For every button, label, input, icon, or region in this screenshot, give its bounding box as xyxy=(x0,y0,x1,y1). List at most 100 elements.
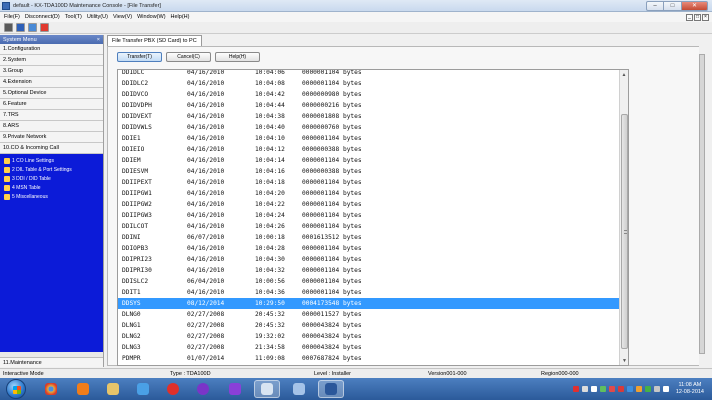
table-row[interactable]: DDIE1 04/16/2010 10:04:10 0000001104 bytes xyxy=(118,133,621,144)
submenu-co-line-settings[interactable]: 1 CO Line Settings xyxy=(0,156,103,165)
menu-help[interactable]: Help(H) xyxy=(171,14,190,20)
table-row[interactable]: DLNG1 02/27/2008 20:45:32 0000043824 bytes xyxy=(118,320,621,331)
menu-configuration[interactable]: 1.Configuration xyxy=(0,44,103,55)
taskbar-skype[interactable] xyxy=(222,380,248,398)
menu-extension[interactable]: 4.Extension xyxy=(0,77,103,88)
help-button[interactable]: Help(H) xyxy=(215,52,260,62)
tray-cloud-icon[interactable] xyxy=(581,386,588,392)
program-icon[interactable] xyxy=(28,23,37,32)
tab-file-transfer[interactable]: File Transfer PBX (SD Card) to PC xyxy=(107,35,202,46)
table-row[interactable]: DDIEIO 04/16/2010 10:04:12 0000000388 bytes xyxy=(118,144,621,155)
menu-disconnect[interactable]: Disconnect(D) xyxy=(25,14,60,20)
help-icon[interactable] xyxy=(40,23,49,32)
taskbar-clock[interactable]: 11:08 AM 12-08-2014 xyxy=(676,382,704,396)
disconnect-icon[interactable] xyxy=(4,23,13,32)
window-scrollbar[interactable] xyxy=(699,46,705,366)
table-row[interactable]: DDIDVWLS 04/16/2010 10:04:40 0000000760 byt… xyxy=(118,122,621,133)
menu-feature[interactable]: 6.Feature xyxy=(0,99,103,110)
table-row[interactable]: DDIDLC2 04/16/2010 10:04:08 0000001104 byte… xyxy=(118,78,621,89)
menu-view[interactable]: View(V) xyxy=(113,14,132,20)
taskbar-file-explorer[interactable] xyxy=(100,380,126,398)
scroll-up-icon[interactable]: ▲ xyxy=(620,70,628,79)
table-row[interactable]: DDIT1 04/16/2010 10:04:36 0000001104 bytes xyxy=(118,287,621,298)
menu-file[interactable]: File(F) xyxy=(4,14,20,20)
file-list[interactable]: DDIDLC 04/16/2010 10:04:06 0000001104 bytes… xyxy=(117,69,629,366)
maximize-button[interactable]: □ xyxy=(664,0,682,11)
scroll-thumb[interactable] xyxy=(621,114,628,349)
menu-tool[interactable]: Tool(T) xyxy=(65,14,82,20)
table-row[interactable]: DDIDVCO 04/16/2010 10:04:42 0000000980 byte… xyxy=(118,89,621,100)
table-row[interactable]: DLNG0 02/27/2008 20:45:32 0000011527 bytes xyxy=(118,309,621,320)
taskbar-word[interactable] xyxy=(318,380,344,398)
menu-trs[interactable]: 7.TRS xyxy=(0,110,103,121)
tray-sync-icon[interactable] xyxy=(644,386,651,392)
mdi-minimize-button[interactable]: _ xyxy=(686,13,693,21)
scroll-down-icon[interactable]: ▼ xyxy=(620,356,628,365)
table-row[interactable]: DDIEM 04/16/2010 10:04:14 0000001104 bytes xyxy=(118,155,621,166)
close-button[interactable]: ✕ xyxy=(682,0,708,11)
taskbar-media-player[interactable] xyxy=(70,380,96,398)
submenu-dil-table[interactable]: 2 DIL Table & Port Settings xyxy=(0,165,103,174)
tray-volume-icon[interactable] xyxy=(653,386,660,392)
taskbar-opera[interactable] xyxy=(160,380,186,398)
table-row[interactable]: DDSYS 08/12/2014 10:29:50 0004173548 bytes xyxy=(118,298,621,309)
taskbar-file-manager[interactable] xyxy=(286,380,312,398)
file-time: 11:09:08 xyxy=(255,355,285,362)
taskbar-internet-explorer[interactable] xyxy=(130,380,156,398)
menu-window[interactable]: Window(W) xyxy=(137,14,165,20)
tray-signal-icon[interactable] xyxy=(590,386,597,392)
table-row[interactable]: DLNG2 02/27/2008 19:32:02 0000043824 bytes xyxy=(118,331,621,342)
table-row[interactable]: PDMPR 01/07/2014 11:09:08 0007687824 bytes xyxy=(118,353,621,364)
table-row[interactable]: DDILCOT 04/16/2010 10:04:26 0000001104 byte… xyxy=(118,221,621,232)
tray-power-icon[interactable] xyxy=(635,386,642,392)
taskbar-maintenance-console[interactable] xyxy=(254,380,280,398)
taskbar-chrome[interactable] xyxy=(38,380,64,398)
tray-app-icon[interactable] xyxy=(572,386,579,392)
table-row[interactable]: DDIIPEXT 04/16/2010 10:04:18 0000001104 byt… xyxy=(118,177,621,188)
mdi-restore-button[interactable]: □ xyxy=(694,13,701,21)
save-icon[interactable] xyxy=(16,23,25,32)
file-time: 10:04:28 xyxy=(255,245,285,252)
tray-security-icon[interactable] xyxy=(599,386,606,392)
menu-optional-device[interactable]: 5.Optional Device xyxy=(0,88,103,99)
table-row[interactable]: DDIPRI30 04/16/2010 10:04:32 0000001104 byt… xyxy=(118,265,621,276)
menu-co-incoming-call[interactable]: 10.CO & Incoming Call xyxy=(0,143,103,154)
submenu-ddi-did-table[interactable]: 3 DDI / DID Table xyxy=(0,174,103,183)
menu-group[interactable]: 3.Group xyxy=(0,66,103,77)
menu-utility[interactable]: Utility(U) xyxy=(87,14,108,20)
file-date: 04/16/2010 xyxy=(187,212,225,219)
panel-close-icon[interactable]: × xyxy=(97,37,100,43)
start-button[interactable] xyxy=(6,379,26,399)
submenu-miscellaneous[interactable]: 5 Miscellaneous xyxy=(0,192,103,201)
tray-flag-icon[interactable] xyxy=(662,386,669,392)
table-row[interactable]: DDIPRI23 04/16/2010 10:04:30 0000001104 byt… xyxy=(118,254,621,265)
table-row[interactable]: DDIOPB3 04/16/2010 10:04:28 0000001104 byte… xyxy=(118,243,621,254)
table-row[interactable]: DLNG3 02/27/2008 21:34:58 0000043824 bytes xyxy=(118,342,621,353)
menu-private-network[interactable]: 9.Private Network xyxy=(0,132,103,143)
table-row[interactable]: DDIDLC 04/16/2010 10:04:06 0000001104 bytes xyxy=(118,70,621,78)
table-row[interactable]: DDISLC2 06/04/2010 10:00:56 0000001104 byte… xyxy=(118,276,621,287)
table-row[interactable]: DDIIPGW3 04/16/2010 10:04:24 0000001104 byt… xyxy=(118,210,621,221)
file-list-scrollbar[interactable]: ▲ ▼ xyxy=(619,70,628,365)
table-row[interactable]: DDIIPGW1 04/16/2010 10:04:20 0000001104 byt… xyxy=(118,188,621,199)
tray-network-icon[interactable] xyxy=(626,386,633,392)
file-time: 10:04:24 xyxy=(255,212,285,219)
submenu-msn-table[interactable]: 4 MSN Table xyxy=(0,183,103,192)
table-row[interactable]: DDIESVM 04/16/2010 10:04:16 0000000388 byte… xyxy=(118,166,621,177)
table-row[interactable]: DDIDVDPH 04/16/2010 10:04:44 0000000216 byt… xyxy=(118,100,621,111)
tray-antivirus-icon[interactable] xyxy=(608,386,615,392)
menu-system[interactable]: 2.System xyxy=(0,55,103,66)
minimize-button[interactable]: – xyxy=(646,0,664,11)
tray-update-icon[interactable] xyxy=(617,386,624,392)
cancel-button[interactable]: Cancel(C) xyxy=(166,52,211,62)
table-row[interactable]: DDIDVEXT 04/16/2010 10:04:38 0000001808 byt… xyxy=(118,111,621,122)
table-row[interactable]: DDINI 06/07/2010 10:00:18 0001613512 bytes xyxy=(118,232,621,243)
transfer-button[interactable]: Transfer(T) xyxy=(117,52,162,62)
menu-maintenance[interactable]: 11.Maintenance xyxy=(0,357,103,367)
mdi-close-button[interactable]: × xyxy=(702,13,709,21)
table-row[interactable]: DDIIPGW2 04/16/2010 10:04:22 0000001104 byt… xyxy=(118,199,621,210)
taskbar: 11:08 AM 12-08-2014 xyxy=(0,378,712,400)
window-scroll-thumb[interactable] xyxy=(699,54,705,354)
menu-ars[interactable]: 8.ARS xyxy=(0,121,103,132)
taskbar-yahoo[interactable] xyxy=(190,380,216,398)
